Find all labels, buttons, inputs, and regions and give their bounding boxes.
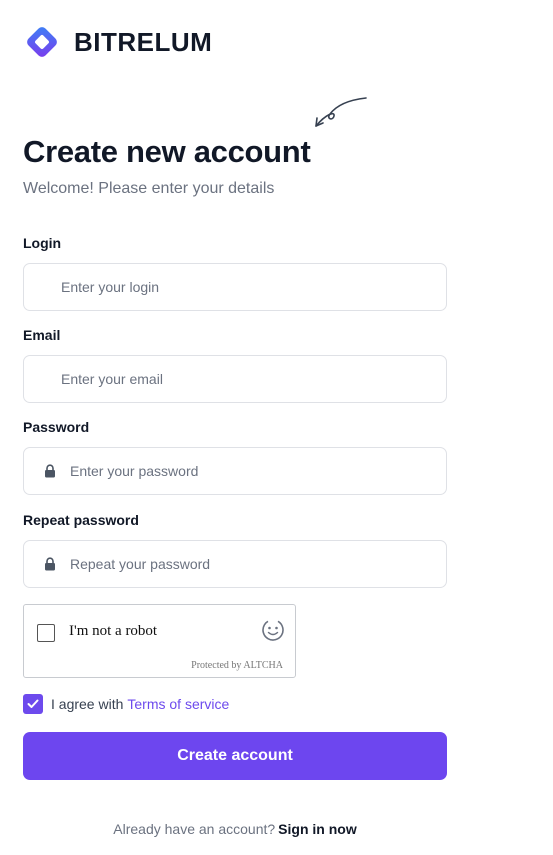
email-label: Email — [23, 327, 61, 343]
password-field — [23, 447, 447, 495]
sign-in-link[interactable]: Sign in now — [278, 821, 357, 837]
repeat-password-label: Repeat password — [23, 512, 139, 528]
decorative-arrow-icon — [315, 97, 367, 127]
repeat-password-field — [23, 540, 447, 588]
password-input[interactable] — [70, 448, 420, 494]
brand-logo[interactable]: BITRELUM — [22, 22, 212, 62]
captcha-widget: I'm not a robot Protected by ALTCHA — [23, 604, 296, 678]
captcha-label: I'm not a robot — [69, 623, 158, 639]
page-title: Create new account — [23, 134, 311, 169]
email-field — [23, 355, 447, 403]
signin-text: Already have an account? — [113, 821, 276, 837]
signup-page: BITRELUM Create new account Welcome! Ple… — [0, 0, 553, 855]
terms-of-service-link[interactable]: Terms of service — [127, 696, 229, 712]
diamond-logo-icon — [27, 27, 57, 57]
create-account-button[interactable]: Create account — [23, 732, 447, 780]
terms-text: I agree with — [51, 696, 124, 712]
page-subtitle: Welcome! Please enter your details — [23, 180, 275, 197]
brand-name: BITRELUM — [74, 26, 213, 57]
login-input[interactable] — [61, 264, 431, 310]
email-input[interactable] — [61, 356, 431, 402]
signin-prompt: Already have an account? Sign in now — [0, 821, 470, 837]
captcha-checkbox[interactable] — [37, 624, 55, 642]
lock-icon — [45, 557, 55, 571]
login-field — [23, 263, 447, 311]
captcha-footer: Protected by ALTCHA — [191, 660, 283, 671]
terms-row: I agree with Terms of service — [23, 694, 229, 714]
checkmark-icon — [27, 699, 39, 708]
altcha-logo-icon — [262, 619, 284, 641]
repeat-password-input[interactable] — [70, 541, 420, 587]
terms-checkbox[interactable] — [23, 694, 43, 714]
login-label: Login — [23, 235, 62, 251]
lock-icon — [45, 464, 55, 478]
password-label: Password — [23, 419, 90, 435]
